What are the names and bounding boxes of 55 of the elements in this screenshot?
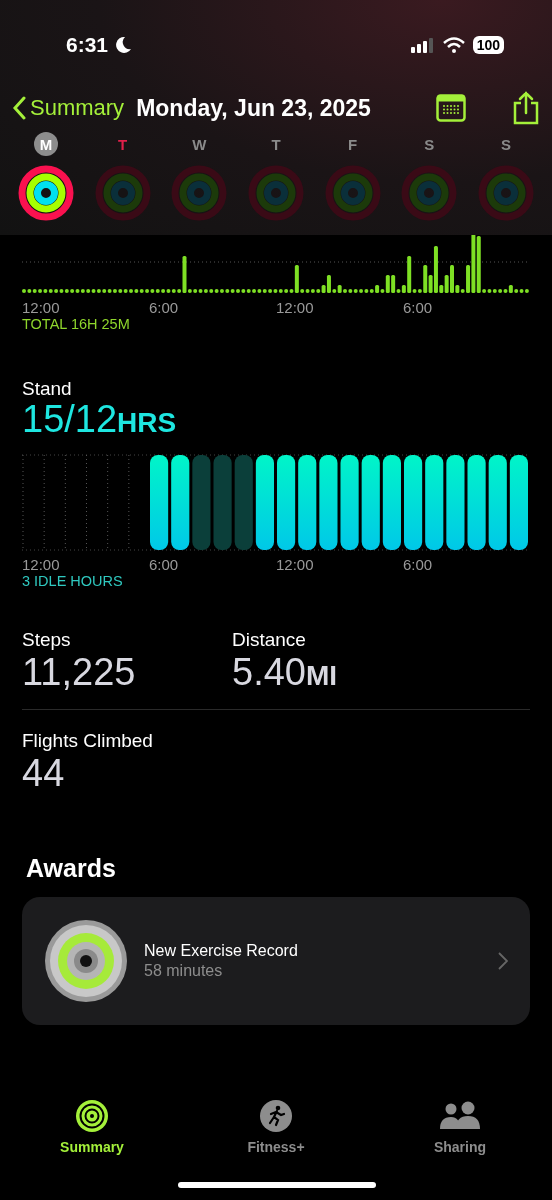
award-card[interactable]: New Exercise Record 58 minutes (22, 896, 530, 1025)
exercise-total: TOTAL 16H 25M (22, 316, 131, 332)
signal-icon (410, 37, 435, 53)
metric-label: Flights Climbed (22, 729, 154, 752)
stand-unit: HRS (117, 407, 177, 439)
day-letter: S (499, 134, 512, 155)
axis-label: 6:00 (149, 555, 180, 573)
axis-label: 12:00 (22, 555, 61, 573)
battery-indicator: 100 (472, 36, 504, 54)
day-selector[interactable]: T (92, 132, 153, 222)
runner-icon (259, 1099, 293, 1133)
status-time: 6:31 (66, 33, 109, 57)
axis-label: 12:00 (276, 299, 315, 316)
tab-item[interactable]: Fitness+ (184, 1098, 368, 1156)
day-letter: T (117, 134, 129, 155)
metric-value: 11,225 (22, 652, 136, 693)
rings-icon (75, 1099, 109, 1133)
day-selector[interactable]: T (245, 132, 306, 222)
day-letter: W (191, 134, 208, 155)
stand-label: Stand (22, 378, 73, 400)
day-letter: F (347, 134, 359, 155)
axis-label: 12:00 (276, 555, 315, 573)
axis-label: 6:00 (403, 555, 434, 573)
wifi-icon (442, 37, 465, 53)
awards-heading: Awards (26, 853, 117, 883)
day-selector[interactable]: W (169, 132, 230, 222)
axis-label: 6:00 (403, 299, 434, 316)
metric-value: 5.40 (232, 652, 306, 693)
tab-item[interactable]: Summary (0, 1098, 184, 1156)
medal-icon (44, 918, 128, 1003)
tab-item[interactable]: Sharing (368, 1098, 552, 1156)
day-selector[interactable]: S (399, 132, 460, 222)
date-title: Monday, Jun 23, 2025 (136, 94, 371, 122)
chevron-icon (498, 951, 508, 970)
award-title: New Exercise Record (144, 941, 299, 960)
day-letter: S (423, 134, 436, 155)
stand-value: 15/12 (22, 400, 118, 440)
award-subtitle: 58 minutes (144, 961, 224, 980)
day-letter: M (34, 132, 58, 156)
day-letter: T (270, 134, 282, 155)
moon-icon (116, 36, 133, 54)
idle-hours: 3 IDLE HOURS (22, 572, 124, 589)
metric-unit: MI (305, 659, 338, 692)
back-chevron-icon (12, 96, 26, 120)
share-icon[interactable] (512, 91, 540, 125)
axis-label: 12:00 (22, 299, 61, 316)
calendar-icon[interactable] (436, 94, 466, 122)
back-button[interactable]: Summary (12, 95, 125, 121)
day-selector[interactable]: S (475, 132, 536, 222)
metric-label: Distance (232, 628, 307, 651)
axis-label: 6:00 (149, 299, 180, 316)
day-selector[interactable]: M (16, 132, 76, 222)
metric-label: Steps (22, 628, 72, 651)
day-selector[interactable]: F (322, 132, 383, 222)
metric-value: 44 (22, 753, 66, 794)
